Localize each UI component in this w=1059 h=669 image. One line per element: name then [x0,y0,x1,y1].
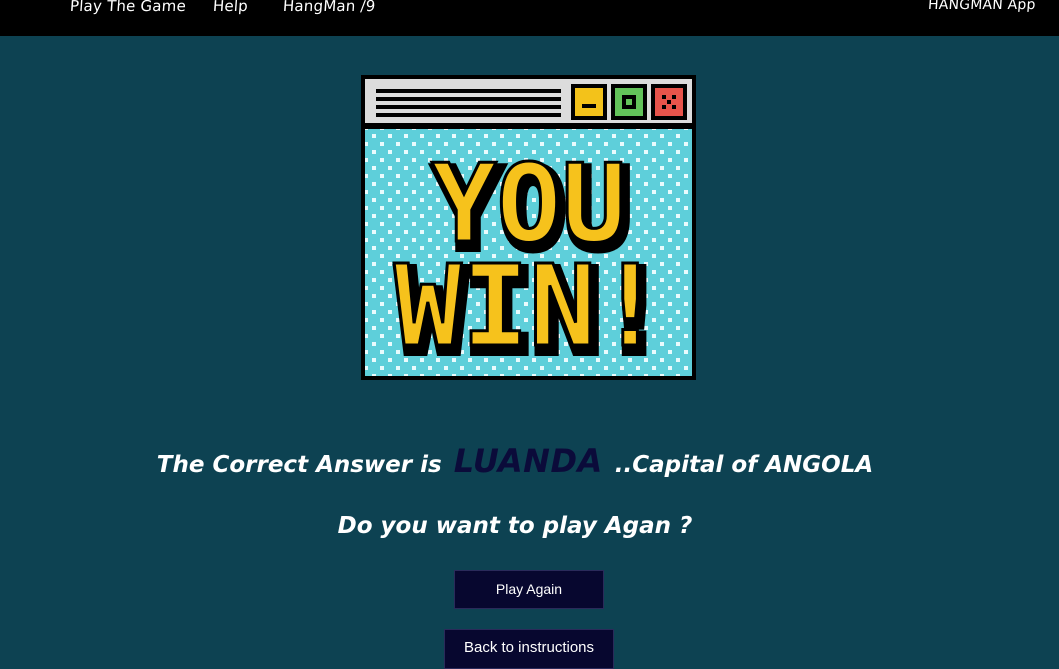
play-again-prompt: Do you want to play Agan ? [337,513,693,539]
play-again-button[interactable]: Play Again [454,570,604,609]
top-navbar: Play The Game Help HangMan /9 HANGMAN Ap… [0,0,1059,36]
nav-play-the-game[interactable]: Play The Game [69,0,186,15]
answer-suffix: ..Capital of ANGOLA [614,452,874,478]
minimize-icon [571,84,607,120]
nav-hangman-counter[interactable]: HangMan /9 [282,0,376,15]
correct-answer-line: The Correct Answer is LUANDA ..Capital o… [0,442,1030,480]
answer-word: LUANDA [453,442,603,480]
win-text: WIN! [394,242,664,372]
nav-brand[interactable]: HANGMAN App [927,0,1036,13]
close-icon [651,84,687,120]
back-to-instructions-button[interactable]: Back to instructions [444,629,614,669]
you-win-image: YOU YOU WIN! WIN! [361,75,696,380]
maximize-icon [611,84,647,120]
nav-help[interactable]: Help [212,0,248,15]
answer-prefix: The Correct Answer is [156,452,442,478]
